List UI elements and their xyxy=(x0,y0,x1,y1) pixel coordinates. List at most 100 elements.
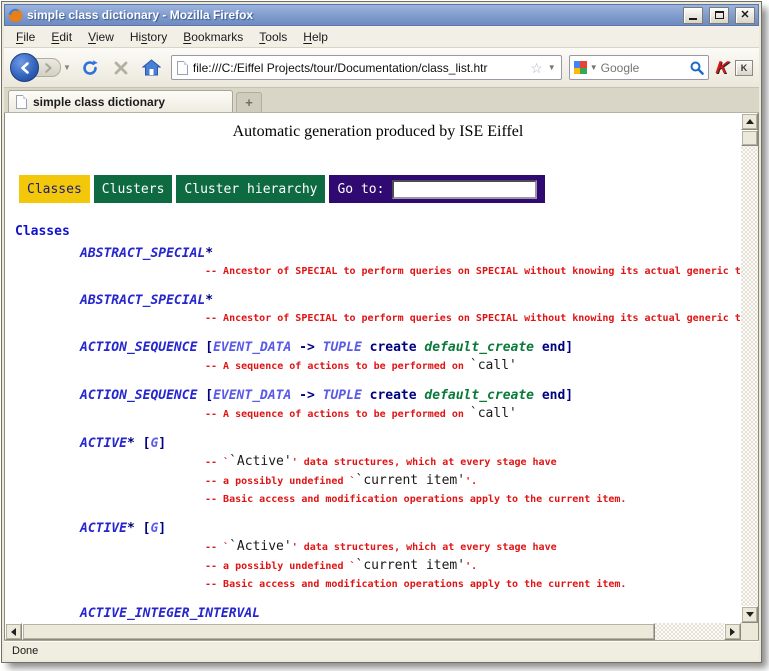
tab-strip: simple class dictionary + xyxy=(4,88,759,113)
doc-button-classes[interactable]: Classes xyxy=(19,175,90,203)
reload-icon xyxy=(81,59,99,77)
firefox-icon xyxy=(8,8,23,23)
doc-button-group: ClassesClustersCluster hierarchy xyxy=(19,175,325,203)
history-dropdown-icon[interactable]: ▼ xyxy=(63,63,71,72)
tab-simple-class-dictionary[interactable]: simple class dictionary xyxy=(8,90,233,112)
maximize-button[interactable] xyxy=(709,7,729,24)
home-button[interactable] xyxy=(140,56,164,80)
scroll-up-button[interactable] xyxy=(741,113,758,130)
minimize-button[interactable] xyxy=(683,7,703,24)
plus-icon: + xyxy=(245,95,253,110)
home-icon xyxy=(142,59,161,76)
class-comment-line: -- ``Active'' data structures, which at … xyxy=(80,538,741,557)
location-bar: ☆ ▼ xyxy=(171,55,562,80)
scroll-left-button[interactable] xyxy=(5,623,22,640)
class-name-link[interactable]: ACTION_SEQUENCE [EVENT_DATA -> TUPLE cre… xyxy=(80,387,741,405)
kaspersky-icon[interactable]: K xyxy=(714,58,729,78)
menu-view[interactable]: View xyxy=(80,27,122,47)
page-favicon xyxy=(177,61,188,75)
class-comment-line: -- A sequence of actions to be performed… xyxy=(80,357,741,376)
doc-nav-buttons: ClassesClustersCluster hierarchy Go to: xyxy=(19,175,741,203)
navigation-toolbar: ▼ ☆ ▼ ▼ xyxy=(4,48,759,88)
google-logo-icon xyxy=(574,61,587,74)
horizontal-scrollbar-thumb[interactable] xyxy=(22,623,655,640)
scroll-left-icon xyxy=(11,628,16,636)
page-title: Automatic generation produced by ISE Eif… xyxy=(15,123,741,141)
stop-button[interactable] xyxy=(109,56,133,80)
browser-window: simple class dictionary - Mozilla Firefo… xyxy=(1,1,762,663)
forward-arrow-icon xyxy=(43,63,53,73)
back-button[interactable] xyxy=(10,53,39,82)
class-comment-line: -- Ancestor of SPECIAL to perform querie… xyxy=(80,263,741,281)
scroll-right-icon xyxy=(730,628,735,636)
class-name-link[interactable]: ACTIVE* [G] xyxy=(80,435,741,453)
class-comment-line: -- a possibly undefined ``current item''… xyxy=(80,472,741,491)
reload-button[interactable] xyxy=(78,56,102,80)
tab-label: simple class dictionary xyxy=(33,95,165,109)
back-arrow-icon xyxy=(19,62,31,74)
search-input[interactable] xyxy=(601,61,687,75)
class-entry: ACTION_SEQUENCE [EVENT_DATA -> TUPLE cre… xyxy=(80,387,741,424)
classes-heading: Classes xyxy=(15,223,741,241)
url-input[interactable] xyxy=(193,61,525,75)
scrollbar-corner xyxy=(741,623,758,640)
goto-label: Go to: xyxy=(337,182,384,197)
class-comment-line: -- Basic access and modification operati… xyxy=(80,491,741,509)
goto-box: Go to: xyxy=(329,175,545,203)
scroll-up-icon xyxy=(746,119,754,124)
scroll-down-icon xyxy=(746,612,754,617)
class-comment-line: -- a possibly undefined ``current item''… xyxy=(80,557,741,576)
menu-history[interactable]: History xyxy=(122,27,175,47)
title-bar: simple class dictionary - Mozilla Firefo… xyxy=(4,4,759,26)
class-name-link[interactable]: ABSTRACT_SPECIAL* xyxy=(80,292,741,310)
class-comment-line: -- A sequence of actions to be performed… xyxy=(80,405,741,424)
menu-help[interactable]: Help xyxy=(295,27,336,47)
search-engine-dropdown-icon[interactable]: ▼ xyxy=(590,63,598,72)
doc-button-cluster-hierarchy[interactable]: Cluster hierarchy xyxy=(176,175,325,203)
close-button[interactable]: ✕ xyxy=(735,7,755,24)
page-viewport: Automatic generation produced by ISE Eif… xyxy=(4,113,759,640)
class-name-link[interactable]: ABSTRACT_SPECIAL* xyxy=(80,245,741,263)
horizontal-scrollbar[interactable] xyxy=(5,623,741,640)
class-name-link[interactable]: ACTIVE* [G] xyxy=(80,520,741,538)
menu-edit[interactable]: Edit xyxy=(43,27,80,47)
goto-input[interactable] xyxy=(392,180,537,199)
virtual-keyboard-button[interactable]: K xyxy=(735,60,753,76)
class-comment-line: -- Ancestor of SPECIAL to perform querie… xyxy=(80,310,741,328)
class-entry: ACTIVE_INTEGER_INTERVAL xyxy=(80,605,741,623)
bookmark-star-icon[interactable]: ☆ xyxy=(530,61,543,75)
stop-icon xyxy=(113,60,129,76)
new-tab-button[interactable]: + xyxy=(236,92,262,112)
vertical-scrollbar-thumb[interactable] xyxy=(741,130,758,146)
maximize-icon xyxy=(715,11,724,19)
document-content: Automatic generation produced by ISE Eif… xyxy=(5,113,741,623)
status-text: Done xyxy=(12,645,38,657)
menu-bookmarks[interactable]: Bookmarks xyxy=(175,27,251,47)
close-icon: ✕ xyxy=(740,10,749,21)
menu-file[interactable]: File xyxy=(8,27,43,47)
minimize-icon xyxy=(689,18,697,20)
search-bar: ▼ xyxy=(569,55,709,80)
class-name-link[interactable]: ACTIVE_INTEGER_INTERVAL xyxy=(80,605,741,623)
class-entry: ACTIVE* [G]-- ``Active'' data structures… xyxy=(80,435,741,509)
back-forward-group: ▼ xyxy=(10,53,71,82)
menu-tools[interactable]: Tools xyxy=(251,27,295,47)
status-bar: Done xyxy=(4,640,759,660)
location-dropdown-icon[interactable]: ▼ xyxy=(548,63,556,72)
class-comment-line: -- ``Active'' data structures, which at … xyxy=(80,453,741,472)
class-entry: ABSTRACT_SPECIAL*-- Ancestor of SPECIAL … xyxy=(80,292,741,328)
class-entry: ACTIVE* [G]-- ``Active'' data structures… xyxy=(80,520,741,594)
class-comment-line: -- Basic access and modification operati… xyxy=(80,576,741,594)
scroll-right-button[interactable] xyxy=(724,623,741,640)
doc-button-clusters[interactable]: Clusters xyxy=(94,175,173,203)
scroll-down-button[interactable] xyxy=(741,606,758,623)
class-entry: ABSTRACT_SPECIAL*-- Ancestor of SPECIAL … xyxy=(80,245,741,281)
tab-favicon xyxy=(16,95,27,109)
class-list: ABSTRACT_SPECIAL*-- Ancestor of SPECIAL … xyxy=(80,245,741,623)
class-entry: ACTION_SEQUENCE [EVENT_DATA -> TUPLE cre… xyxy=(80,339,741,376)
window-title: simple class dictionary - Mozilla Firefo… xyxy=(27,8,677,22)
class-name-link[interactable]: ACTION_SEQUENCE [EVENT_DATA -> TUPLE cre… xyxy=(80,339,741,357)
search-magnifier-icon[interactable] xyxy=(690,61,704,75)
menu-bar: FileEditViewHistoryBookmarksToolsHelp xyxy=(4,26,759,48)
vertical-scrollbar[interactable] xyxy=(741,113,758,623)
